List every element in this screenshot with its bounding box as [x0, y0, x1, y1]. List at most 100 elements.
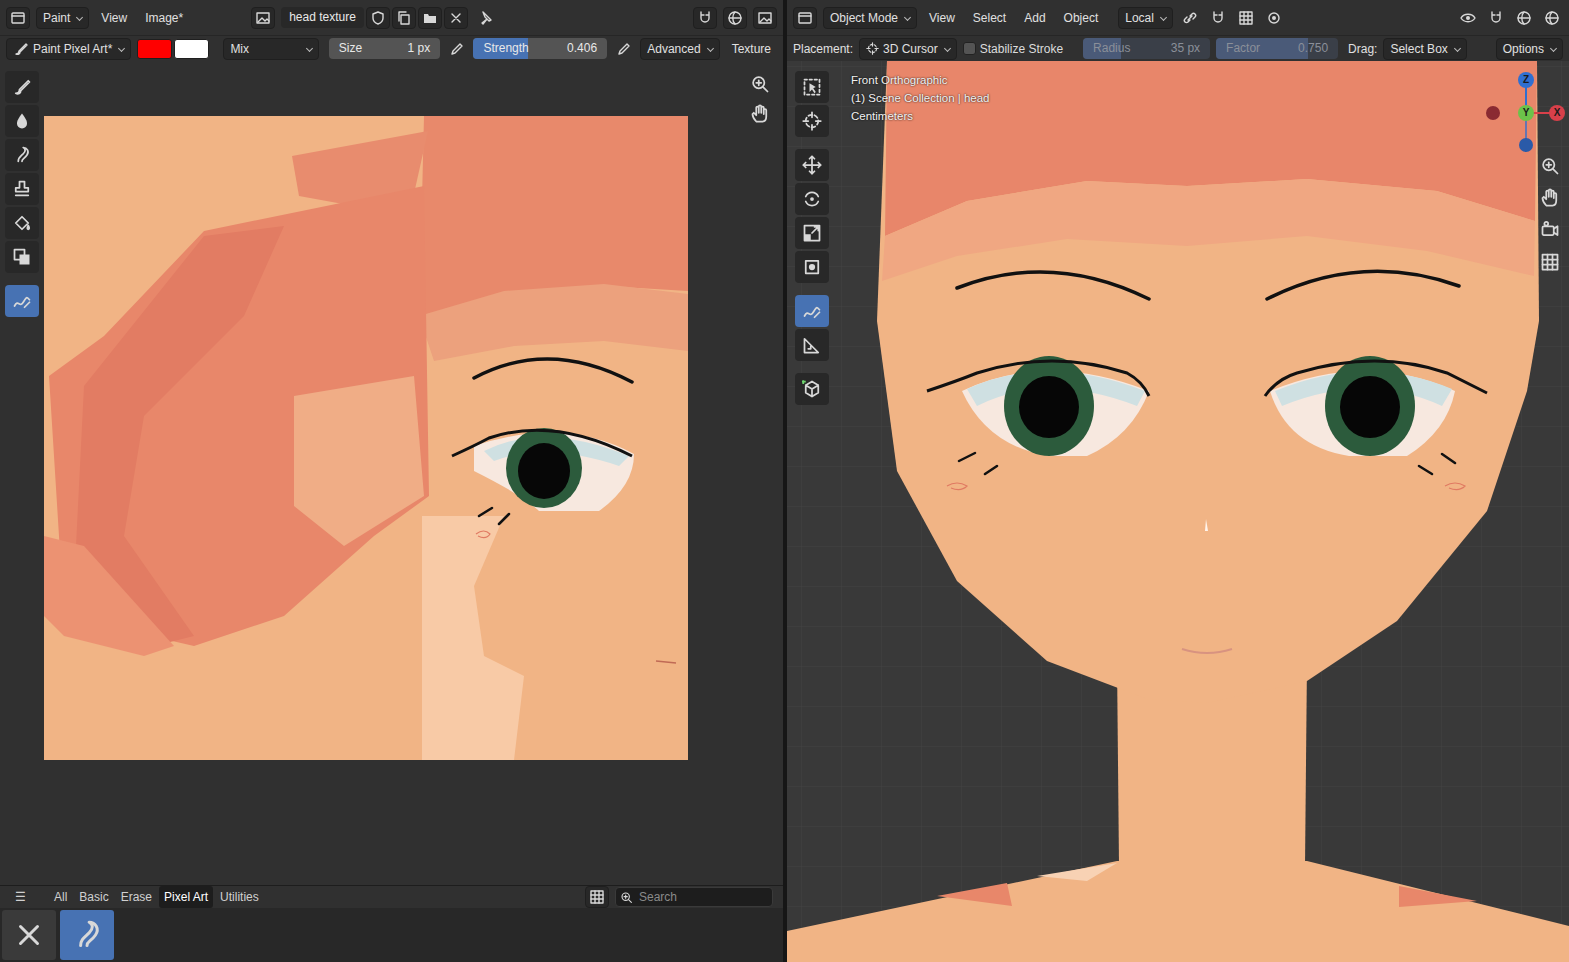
dot-button[interactable]	[1263, 7, 1285, 29]
gizmo-button[interactable]	[693, 7, 717, 29]
object-mode-dropdown[interactable]: Object Mode	[823, 7, 917, 29]
color-swatch[interactable]	[137, 39, 172, 59]
image-name-field[interactable]: head texture	[281, 7, 364, 28]
tool-button[interactable]	[795, 329, 829, 361]
editor-type-button[interactable]	[6, 7, 30, 29]
tool-button[interactable]	[795, 71, 829, 103]
brush-asset[interactable]	[60, 910, 114, 960]
viewport-header: Object Mode View Select Add Object Local	[787, 0, 1569, 36]
select-icon	[802, 77, 822, 97]
shield-button[interactable]	[366, 7, 390, 29]
tool-button[interactable]	[5, 105, 39, 137]
zoom-button[interactable]	[1539, 155, 1561, 177]
color-swatch[interactable]	[174, 39, 209, 59]
stabilize-stroke-checkbox[interactable]: Stabilize Stroke	[963, 40, 1063, 58]
view-info-line: Centimeters	[851, 107, 990, 125]
folder-icon	[422, 10, 438, 26]
gizmo-axis[interactable]: Z	[1518, 72, 1534, 88]
header-menu[interactable]: View	[923, 7, 961, 29]
options-dropdown[interactable]: Options	[1496, 38, 1563, 60]
measure-icon	[802, 335, 822, 355]
overlay-button[interactable]	[723, 7, 747, 29]
tool-button[interactable]	[795, 183, 829, 215]
viewport-canvas[interactable]: Front Orthographic(1) Scene Collection |…	[787, 61, 1569, 962]
blend-dropdown[interactable]: Mix	[223, 38, 318, 60]
tool-button[interactable]	[795, 373, 829, 405]
link-icon	[1182, 10, 1198, 26]
snap-button[interactable]	[1485, 7, 1507, 29]
tool-menu[interactable]: Texture	[726, 38, 777, 60]
close-button[interactable]	[444, 7, 468, 29]
hand-icon	[1540, 188, 1560, 208]
navigation-gizmo[interactable]: Z YX	[1479, 67, 1569, 167]
tool-button[interactable]	[795, 251, 829, 283]
drag-dropdown[interactable]: Select Box	[1383, 38, 1466, 60]
brush-dropdown[interactable]: Paint Pixel Art*	[6, 38, 131, 60]
search-icon	[620, 891, 633, 904]
header-menu[interactable]: Object	[1058, 7, 1105, 29]
tool-button[interactable]	[795, 105, 829, 137]
display-channels-icon	[757, 10, 773, 26]
view-controls	[749, 73, 771, 125]
shelf-menu-button[interactable]: ☰	[10, 886, 31, 908]
sphere-button[interactable]	[1513, 7, 1535, 29]
gizmo-axis[interactable]: X	[1549, 105, 1565, 121]
factor-field[interactable]: Factor0.750	[1216, 38, 1338, 59]
grid-button[interactable]	[1539, 251, 1561, 273]
tool-button[interactable]	[795, 149, 829, 181]
radius-field[interactable]: Radius35 px	[1083, 38, 1210, 59]
mode-dropdown[interactable]: Paint	[36, 7, 89, 29]
tool-menu[interactable]: Advanced	[640, 38, 719, 60]
shelf-tab[interactable]: Pixel Art	[159, 886, 213, 908]
size-field[interactable]: Size1 px	[329, 38, 441, 59]
pin-icon	[477, 10, 493, 26]
pin-button[interactable]	[474, 7, 496, 29]
texture-canvas[interactable]	[44, 116, 688, 760]
tool-button[interactable]	[5, 285, 39, 317]
display-channels-button[interactable]	[753, 7, 777, 29]
tool-button[interactable]	[795, 295, 829, 327]
tool-button[interactable]	[5, 173, 39, 205]
shelf-tab[interactable]: Basic	[74, 886, 113, 908]
checkbox-box[interactable]	[963, 42, 976, 55]
size-pressure-button[interactable]	[446, 38, 467, 60]
hand-button[interactable]	[1539, 187, 1561, 209]
orientation-dropdown[interactable]: Local	[1118, 7, 1173, 29]
3d-viewport: Object ModeViewSelectAddObjectLocalPlace…	[787, 0, 1569, 962]
grid-button[interactable]	[1235, 7, 1257, 29]
pan-button[interactable]	[749, 103, 771, 125]
eye-button[interactable]	[1457, 7, 1479, 29]
tool-button[interactable]	[5, 139, 39, 171]
tool-button[interactable]	[5, 71, 39, 103]
tool-button[interactable]	[5, 207, 39, 239]
brush-thumbnail-icon	[12, 918, 46, 952]
folder-button[interactable]	[418, 7, 442, 29]
camera-button[interactable]	[1539, 219, 1561, 241]
brush-asset[interactable]	[2, 910, 56, 960]
editor-type-button[interactable]	[793, 7, 817, 29]
placement-dropdown[interactable]: 3D Cursor	[859, 38, 957, 60]
image-browse-button[interactable]	[251, 7, 275, 29]
toolbar	[0, 61, 44, 885]
size-field-label: Size	[339, 38, 362, 59]
header-menu[interactable]: Image*	[139, 7, 189, 29]
sphere-button[interactable]	[1541, 7, 1563, 29]
strength-field-label: Strength	[483, 38, 528, 59]
strength-pressure-button[interactable]	[613, 38, 634, 60]
copy-button[interactable]	[392, 7, 416, 29]
header-menu[interactable]: Add	[1018, 7, 1051, 29]
tool-button[interactable]	[795, 217, 829, 249]
shelf-tab[interactable]: Erase	[116, 886, 157, 908]
snap-button[interactable]	[1207, 7, 1229, 29]
strength-field[interactable]: Strength0.406	[473, 38, 607, 59]
search-input[interactable]	[637, 887, 768, 907]
header-menu[interactable]: View	[95, 7, 133, 29]
gizmo-axis[interactable]: Y	[1518, 105, 1534, 121]
link-button[interactable]	[1179, 7, 1201, 29]
header-menu[interactable]: Select	[967, 7, 1012, 29]
display-button[interactable]	[585, 886, 609, 908]
shelf-tab[interactable]: All	[49, 886, 72, 908]
zoom-button[interactable]	[749, 73, 771, 95]
shelf-tab[interactable]: Utilities	[215, 886, 264, 908]
tool-button[interactable]	[5, 241, 39, 273]
